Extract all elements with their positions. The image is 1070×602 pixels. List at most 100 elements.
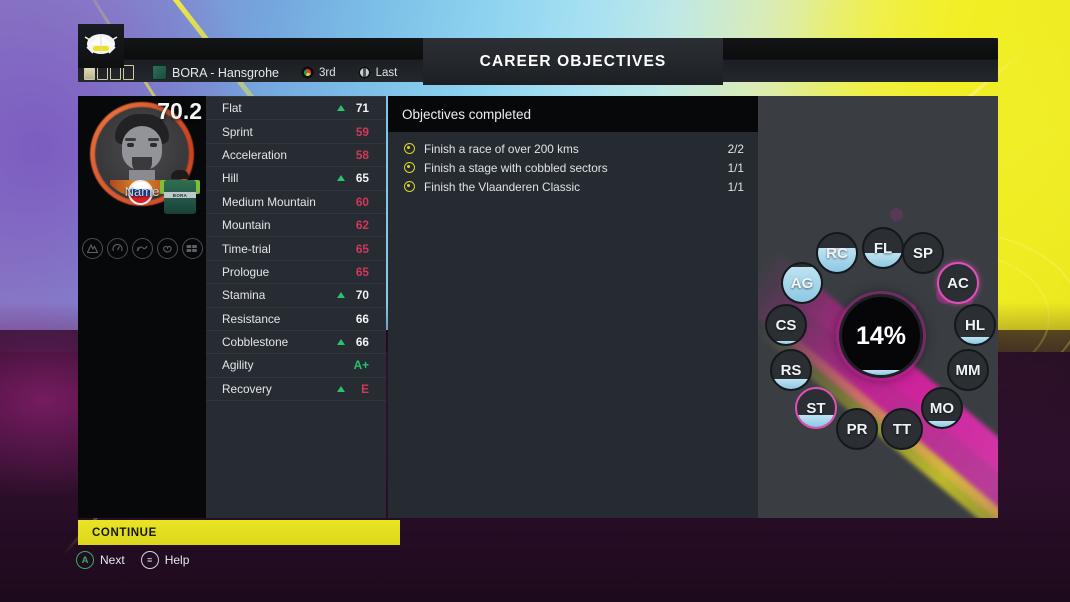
skill-node-label: PR [846,420,868,438]
skill-node-st[interactable]: ST [795,387,837,429]
skill-completion-fill [842,369,920,375]
stat-row: Sprint 59 [206,120,386,144]
objectives-header-label: Objectives completed [402,106,532,122]
mountain-badge-icon [81,238,103,259]
stats-list: Flat 71 Sprint 59 Acceleration 58 Hill 65 Medium… [206,96,386,402]
team-chip: BORA - Hansgrohe [152,65,279,80]
decor-bokeh [890,208,903,221]
stat-row: Resistance 66 [206,308,386,331]
avatar: BORA 70.2 [78,96,206,224]
punch-glyph [162,245,172,253]
last-chip: Last [357,66,398,79]
skill-node-sp[interactable]: SP [902,232,944,274]
stat-name: Agility [222,358,254,373]
stat-value: 70 [355,288,369,303]
skill-node-mm[interactable]: MM [947,349,989,391]
stat-row: Hill 65 [206,167,386,191]
stat-row: Agility A+ [206,354,386,378]
objective-count: 2/2 [727,141,744,156]
stat-increase-arrow-icon [337,292,345,299]
top-bar: CAREER OBJECTIVES BORA - Hansgrohe 3rd L… [78,38,998,85]
stat-name: Stamina [222,288,266,303]
mountain-glyph [86,244,98,253]
speedometer-glyph [111,243,123,252]
objective-label: Finish a race of over 200 kms [424,141,579,156]
skill-node-label: SP [912,244,933,262]
skill-node-cs[interactable]: CS [765,304,807,346]
last-label: Last [375,66,398,79]
progress-pip [123,65,134,80]
objective-label: Finish the Vlaanderen Classic [424,179,581,194]
skill-node-fill [797,414,835,427]
stat-value: 66 [355,335,369,350]
skill-node-fill [772,379,810,389]
skill-node-fill [767,340,805,344]
skill-node-label: ST [806,399,826,417]
stat-value: 60 [355,194,369,209]
cobbles-glyph [186,245,197,252]
objective-complete-icon [404,143,415,154]
stat-name: Medium Mountain [222,194,316,209]
skill-node-hl[interactable]: HL [954,304,996,346]
sprint-badge-icon [131,238,153,259]
rider-panel: BORA 70.2 Name [78,96,206,518]
skill-node-label: HL [965,316,985,334]
hint-help-label: Help [164,553,190,567]
skill-node-fill [923,421,961,427]
objective-complete-icon [404,181,415,192]
stat-row: Medium Mountain 60 [206,191,386,214]
continue-button[interactable]: CONTINUE [78,520,400,545]
hint-next[interactable]: A Next [76,551,125,569]
punch-badge-icon [156,238,178,259]
stat-name: Resistance [222,311,281,326]
skill-node-label: TT [892,420,912,438]
skill-node-tt[interactable]: TT [881,408,923,450]
skill-node-label: AG [790,274,814,292]
rank-label: 3rd [319,66,336,79]
stat-increase-arrow-icon [337,175,345,182]
skill-node-ag[interactable]: AG [781,262,823,304]
objectives-panel: Objectives completed Finish a race of ov… [388,96,758,518]
stat-name: Mountain [222,218,271,233]
rider-name: Name [124,184,160,199]
cycling-helmet-icon [78,24,124,68]
jersey-helmet-icon [171,170,189,179]
skill-node-label: MM [955,361,981,379]
skill-completion-meter: 14% [839,294,923,378]
stat-row: Time-trial 65 [206,237,386,261]
skill-node-ac[interactable]: AC [937,262,979,304]
page-title-plate: CAREER OBJECTIVES [423,38,723,85]
stat-value: E [361,381,369,396]
skill-node-mo[interactable]: MO [921,387,963,429]
button-hints: A Next ≡ Help [76,551,189,569]
portrait-brow [125,138,136,141]
skill-node-fill [956,337,994,344]
portrait-brow [148,138,159,141]
skill-node-rs[interactable]: RS [770,349,812,391]
objective-row: Finish a race of over 200 kms 2/2 [388,139,758,158]
stat-value: 62 [355,218,369,233]
team-name: BORA - Hansgrohe [172,65,279,80]
stat-row: Flat 71 [206,96,386,121]
rider-rating: 70.2 [157,98,202,124]
skill-node-pr[interactable]: PR [836,408,878,450]
portrait-eye [127,143,134,147]
skill-node-label: AC [947,274,969,292]
page-title: CAREER OBJECTIVES [479,52,667,70]
podium-medal-icon [301,66,314,79]
skill-node-fl[interactable]: FL [862,227,904,269]
stat-name: Flat [222,101,242,116]
rider-stats-panel: Flat 71 Sprint 59 Acceleration 58 Hill 65 Medium… [206,96,386,518]
continue-button-label: CONTINUE [92,526,157,539]
skill-node-rc[interactable]: RC [816,232,858,274]
hint-help[interactable]: ≡ Help [140,551,190,569]
stat-value: 65 [355,171,369,186]
stat-name: Acceleration [222,147,287,162]
objectives-list: Finish a race of over 200 kms 2/2 Finish a… [388,132,758,196]
stat-value: 59 [355,124,369,139]
rank-chip: 3rd [301,66,336,79]
objective-row: Finish a stage with cobbled sectors 1/1 [388,158,758,177]
stat-row: Cobblestone 66 [206,331,386,355]
cobbles-badge-icon [181,238,203,259]
skill-node-label: MO [929,399,955,417]
